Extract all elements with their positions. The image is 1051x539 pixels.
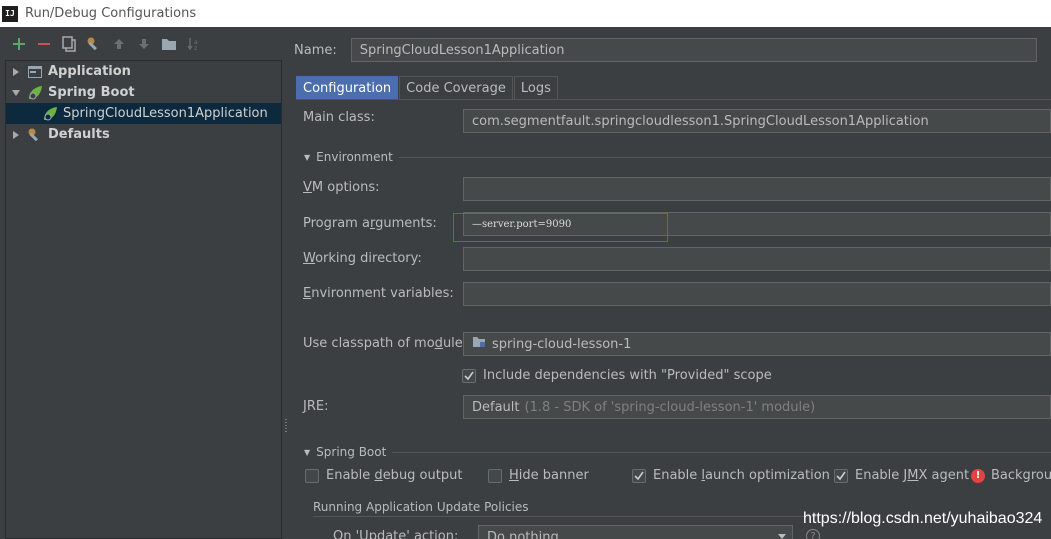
checkbox-checked-icon[interactable] — [834, 468, 848, 483]
help-icon[interactable]: ? — [806, 529, 820, 539]
main-class-row: Main class: — [303, 110, 375, 125]
module-folder-icon — [472, 335, 486, 353]
section-divider — [398, 156, 1051, 158]
working-dir-field[interactable] — [463, 247, 1051, 271]
tab-configuration[interactable]: Configuration — [296, 76, 399, 99]
tree-item-defaults[interactable]: Defaults — [6, 124, 281, 145]
defaults-wrench-icon — [27, 127, 43, 143]
tree-item-label: Application — [48, 64, 131, 79]
folder-icon[interactable] — [160, 35, 178, 53]
chevron-down-icon — [778, 534, 786, 539]
vm-options-row: VM options: — [303, 180, 380, 195]
main-class-field[interactable]: com.segmentfault.springcloudlesson1.Spri… — [463, 109, 1051, 133]
environment-section-label: Environment — [316, 150, 393, 164]
include-deps-label: Include dependencies with "Provided" sco… — [483, 368, 772, 383]
watermark: https://blog.csdn.net/yuhaibao324 — [803, 510, 1043, 527]
tab-logs[interactable]: Logs — [513, 76, 558, 99]
splitter-handle[interactable] — [284, 418, 288, 434]
working-dir-label: Working directory: — [303, 251, 422, 266]
checkbox-unchecked-icon[interactable] — [488, 468, 502, 483]
jre-detail: (1.8 - SDK of 'spring-cloud-lesson-1' mo… — [524, 399, 816, 415]
env-vars-row: Environment variables: — [303, 286, 454, 301]
svg-text:z: z — [194, 45, 197, 52]
background-option[interactable]: ! Backgroun — [971, 468, 1051, 483]
update-policies-label: Running Application Update Policies — [313, 500, 529, 514]
jmx-agent-checkbox[interactable]: Enable JMX agent — [834, 468, 969, 483]
background-label: Backgroun — [991, 468, 1051, 483]
environment-section-header[interactable]: ▼ Environment — [304, 150, 1051, 164]
section-divider — [313, 516, 819, 517]
env-vars-label: Environment variables: — [303, 286, 454, 301]
collapse-triangle-icon: ▼ — [304, 152, 311, 162]
vm-options-field[interactable] — [463, 177, 1051, 201]
highlight-box — [453, 213, 668, 242]
name-label: Name: — [294, 42, 337, 58]
spring-boot-section-label: Spring Boot — [316, 445, 387, 459]
update-action-select[interactable]: Do nothing — [478, 525, 793, 539]
classpath-select[interactable]: spring-cloud-lesson-1 — [463, 332, 1051, 356]
sort-icon[interactable]: az — [185, 35, 203, 53]
tree-item-label: Spring Boot — [48, 85, 135, 100]
copy-icon[interactable] — [60, 35, 78, 53]
checkbox-checked-icon[interactable] — [462, 368, 476, 383]
configurations-toolbar: az — [0, 27, 285, 60]
classpath-row: Use classpath of module: — [303, 336, 467, 351]
spring-boot-icon — [27, 85, 43, 101]
update-action-label: On 'Update' action: — [333, 529, 459, 539]
classpath-label: Use classpath of module: — [303, 336, 468, 351]
add-icon[interactable] — [10, 35, 28, 53]
spring-boot-section-header[interactable]: ▼ Spring Boot — [304, 445, 1051, 459]
intellij-logo-icon: IJ — [2, 5, 18, 22]
collapse-arrow-icon[interactable] — [10, 87, 22, 99]
move-down-icon[interactable] — [135, 35, 153, 53]
jre-row: JRE: — [303, 399, 328, 414]
name-row: Name: SpringCloudLesson1Application — [294, 38, 1037, 62]
remove-icon[interactable] — [35, 35, 53, 53]
main-class-label: Main class: — [303, 110, 375, 125]
spring-boot-app-icon — [42, 106, 58, 122]
wrench-icon[interactable] — [85, 35, 103, 53]
tree-item-application[interactable]: Application — [6, 61, 281, 82]
jre-default: Default — [472, 399, 520, 415]
tab-divider — [296, 99, 1051, 100]
configurations-tree: Application Spring Boot SpringCloudLesso… — [5, 60, 282, 539]
launch-optimization-label: Enable launch optimization — [653, 468, 830, 483]
tree-item-springcloudlesson1application[interactable]: SpringCloudLesson1Application — [6, 103, 281, 124]
classpath-value: spring-cloud-lesson-1 — [492, 336, 632, 352]
program-args-label: Program arguments: — [303, 216, 437, 231]
checkbox-checked-icon[interactable] — [632, 468, 646, 483]
checkbox-unchecked-icon[interactable] — [305, 468, 319, 483]
hide-banner-label: Hide banner — [509, 468, 589, 483]
tab-bar: Configuration Code Coverage Logs — [296, 76, 559, 99]
working-dir-row: Working directory: — [303, 251, 422, 266]
expand-arrow-icon[interactable] — [10, 129, 22, 141]
warning-icon: ! — [971, 468, 985, 483]
expand-arrow-icon[interactable] — [10, 66, 22, 78]
name-field[interactable]: SpringCloudLesson1Application — [350, 38, 1037, 62]
hide-banner-checkbox[interactable]: Hide banner — [488, 468, 589, 483]
configurations-panel: az Application Spring Boot SpringCloudLe… — [0, 27, 285, 539]
application-icon — [27, 64, 43, 80]
enable-debug-checkbox[interactable]: Enable debug output — [305, 468, 462, 483]
window-title: Run/Debug Configurations — [25, 6, 197, 21]
jre-select[interactable]: Default (1.8 - SDK of 'spring-cloud-less… — [463, 395, 1051, 419]
jmx-agent-label: Enable JMX agent — [855, 468, 970, 483]
section-divider — [392, 451, 1051, 453]
env-vars-field[interactable] — [463, 282, 1051, 306]
launch-optimization-checkbox[interactable]: Enable launch optimization — [632, 468, 830, 483]
collapse-triangle-icon: ▼ — [304, 447, 311, 457]
tree-item-spring-boot[interactable]: Spring Boot — [6, 82, 281, 103]
jre-label: JRE: — [303, 399, 329, 414]
tree-item-label: Defaults — [48, 127, 110, 142]
tab-code-coverage[interactable]: Code Coverage — [399, 76, 513, 99]
program-args-row: Program arguments: — [303, 216, 437, 231]
tree-item-label: SpringCloudLesson1Application — [63, 106, 268, 121]
vm-options-label: VM options: — [303, 180, 380, 195]
enable-debug-label: Enable debug output — [326, 468, 463, 483]
include-deps-checkbox[interactable]: Include dependencies with "Provided" sco… — [462, 368, 772, 383]
update-action-value: Do nothing — [487, 529, 559, 539]
move-up-icon[interactable] — [110, 35, 128, 53]
title-bar: IJ Run/Debug Configurations — [0, 0, 1051, 27]
configuration-editor: Name: SpringCloudLesson1Application Conf… — [290, 27, 1051, 539]
